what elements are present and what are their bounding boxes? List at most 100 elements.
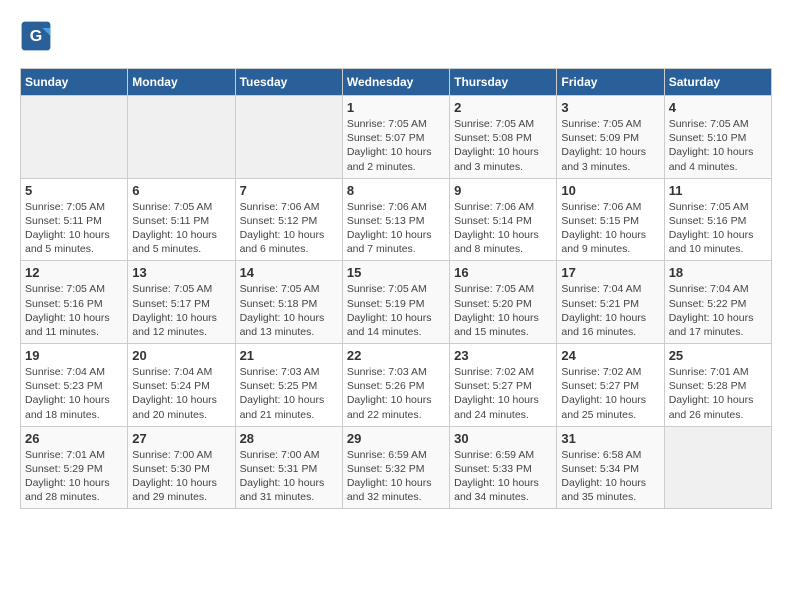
day-number: 8	[347, 183, 445, 198]
calendar-cell: 13 Sunrise: 7:05 AMSunset: 5:17 PMDayligh…	[128, 261, 235, 344]
calendar-cell: 25 Sunrise: 7:01 AMSunset: 5:28 PMDayligh…	[664, 344, 771, 427]
calendar-cell: 18 Sunrise: 7:04 AMSunset: 5:22 PMDayligh…	[664, 261, 771, 344]
day-info: Sunrise: 7:01 AMSunset: 5:29 PMDaylight:…	[25, 448, 123, 505]
day-number: 21	[240, 348, 338, 363]
day-number: 3	[561, 100, 659, 115]
day-number: 16	[454, 265, 552, 280]
calendar-cell: 9 Sunrise: 7:06 AMSunset: 5:14 PMDaylight…	[450, 178, 557, 261]
day-info: Sunrise: 7:06 AMSunset: 5:14 PMDaylight:…	[454, 200, 552, 257]
weekday-header-friday: Friday	[557, 69, 664, 96]
day-number: 13	[132, 265, 230, 280]
calendar-cell: 14 Sunrise: 7:05 AMSunset: 5:18 PMDayligh…	[235, 261, 342, 344]
day-info: Sunrise: 7:00 AMSunset: 5:31 PMDaylight:…	[240, 448, 338, 505]
calendar-week-row: 19Sunrise: 7:04 AMSunset: 5:23 PMDayligh…	[21, 344, 772, 427]
calendar-table: SundayMondayTuesdayWednesdayThursdayFrid…	[20, 68, 772, 509]
day-number: 9	[454, 183, 552, 198]
day-info: Sunrise: 6:58 AMSunset: 5:34 PMDaylight:…	[561, 448, 659, 505]
calendar-cell: 6 Sunrise: 7:05 AMSunset: 5:11 PMDaylight…	[128, 178, 235, 261]
weekday-header-wednesday: Wednesday	[342, 69, 449, 96]
calendar-cell: 17Sunrise: 7:04 AMSunset: 5:21 PMDayligh…	[557, 261, 664, 344]
weekday-header-sunday: Sunday	[21, 69, 128, 96]
day-info: Sunrise: 7:01 AMSunset: 5:28 PMDaylight:…	[669, 365, 767, 422]
calendar-cell: 1 Sunrise: 7:05 AMSunset: 5:07 PMDaylight…	[342, 96, 449, 179]
day-number: 28	[240, 431, 338, 446]
day-info: Sunrise: 7:04 AMSunset: 5:23 PMDaylight:…	[25, 365, 123, 422]
day-info: Sunrise: 7:05 AMSunset: 5:17 PMDaylight:…	[132, 282, 230, 339]
day-info: Sunrise: 7:05 AMSunset: 5:08 PMDaylight:…	[454, 117, 552, 174]
calendar-cell: 21 Sunrise: 7:03 AMSunset: 5:25 PMDayligh…	[235, 344, 342, 427]
day-info: Sunrise: 7:02 AMSunset: 5:27 PMDaylight:…	[454, 365, 552, 422]
day-number: 6	[132, 183, 230, 198]
day-number: 14	[240, 265, 338, 280]
day-number: 10	[561, 183, 659, 198]
day-number: 15	[347, 265, 445, 280]
day-number: 4	[669, 100, 767, 115]
day-info: Sunrise: 7:05 AMSunset: 5:10 PMDaylight:…	[669, 117, 767, 174]
day-info: Sunrise: 7:05 AMSunset: 5:16 PMDaylight:…	[669, 200, 767, 257]
calendar-cell: 2Sunrise: 7:05 AMSunset: 5:08 PMDaylight…	[450, 96, 557, 179]
calendar-week-row: 5 Sunrise: 7:05 AMSunset: 5:11 PMDaylight…	[21, 178, 772, 261]
day-info: Sunrise: 7:05 AMSunset: 5:19 PMDaylight:…	[347, 282, 445, 339]
weekday-header-thursday: Thursday	[450, 69, 557, 96]
calendar-cell: 27Sunrise: 7:00 AMSunset: 5:30 PMDayligh…	[128, 426, 235, 509]
calendar-cell: 12Sunrise: 7:05 AMSunset: 5:16 PMDayligh…	[21, 261, 128, 344]
calendar-cell: 19Sunrise: 7:04 AMSunset: 5:23 PMDayligh…	[21, 344, 128, 427]
day-info: Sunrise: 7:05 AMSunset: 5:11 PMDaylight:…	[132, 200, 230, 257]
calendar-week-row: 1 Sunrise: 7:05 AMSunset: 5:07 PMDaylight…	[21, 96, 772, 179]
day-number: 31	[561, 431, 659, 446]
calendar-cell	[128, 96, 235, 179]
calendar-cell: 11 Sunrise: 7:05 AMSunset: 5:16 PMDayligh…	[664, 178, 771, 261]
svg-text:G: G	[30, 28, 42, 45]
day-number: 26	[25, 431, 123, 446]
calendar-cell: 15 Sunrise: 7:05 AMSunset: 5:19 PMDayligh…	[342, 261, 449, 344]
calendar-week-row: 26 Sunrise: 7:01 AMSunset: 5:29 PMDayligh…	[21, 426, 772, 509]
calendar-cell: 3 Sunrise: 7:05 AMSunset: 5:09 PMDaylight…	[557, 96, 664, 179]
calendar-cell: 26 Sunrise: 7:01 AMSunset: 5:29 PMDayligh…	[21, 426, 128, 509]
calendar-cell: 30 Sunrise: 6:59 AMSunset: 5:33 PMDayligh…	[450, 426, 557, 509]
page-header: G	[20, 20, 772, 52]
day-info: Sunrise: 7:03 AMSunset: 5:25 PMDaylight:…	[240, 365, 338, 422]
day-info: Sunrise: 6:59 AMSunset: 5:33 PMDaylight:…	[454, 448, 552, 505]
weekday-header-saturday: Saturday	[664, 69, 771, 96]
day-info: Sunrise: 7:04 AMSunset: 5:24 PMDaylight:…	[132, 365, 230, 422]
day-number: 11	[669, 183, 767, 198]
calendar-cell: 10Sunrise: 7:06 AMSunset: 5:15 PMDayligh…	[557, 178, 664, 261]
calendar-cell: 8 Sunrise: 7:06 AMSunset: 5:13 PMDaylight…	[342, 178, 449, 261]
day-number: 25	[669, 348, 767, 363]
calendar-cell: 29 Sunrise: 6:59 AMSunset: 5:32 PMDayligh…	[342, 426, 449, 509]
calendar-cell: 5 Sunrise: 7:05 AMSunset: 5:11 PMDaylight…	[21, 178, 128, 261]
day-info: Sunrise: 7:05 AMSunset: 5:20 PMDaylight:…	[454, 282, 552, 339]
day-info: Sunrise: 7:04 AMSunset: 5:22 PMDaylight:…	[669, 282, 767, 339]
day-info: Sunrise: 7:02 AMSunset: 5:27 PMDaylight:…	[561, 365, 659, 422]
day-info: Sunrise: 7:05 AMSunset: 5:07 PMDaylight:…	[347, 117, 445, 174]
day-info: Sunrise: 7:04 AMSunset: 5:21 PMDaylight:…	[561, 282, 659, 339]
logo-icon: G	[20, 20, 52, 52]
day-info: Sunrise: 7:05 AMSunset: 5:11 PMDaylight:…	[25, 200, 123, 257]
calendar-cell	[235, 96, 342, 179]
day-number: 20	[132, 348, 230, 363]
day-number: 30	[454, 431, 552, 446]
day-number: 5	[25, 183, 123, 198]
day-info: Sunrise: 7:06 AMSunset: 5:13 PMDaylight:…	[347, 200, 445, 257]
day-info: Sunrise: 7:03 AMSunset: 5:26 PMDaylight:…	[347, 365, 445, 422]
day-info: Sunrise: 7:00 AMSunset: 5:30 PMDaylight:…	[132, 448, 230, 505]
calendar-cell: 23Sunrise: 7:02 AMSunset: 5:27 PMDayligh…	[450, 344, 557, 427]
weekday-header-monday: Monday	[128, 69, 235, 96]
calendar-cell	[664, 426, 771, 509]
calendar-cell: 4 Sunrise: 7:05 AMSunset: 5:10 PMDaylight…	[664, 96, 771, 179]
day-number: 29	[347, 431, 445, 446]
day-number: 24	[561, 348, 659, 363]
calendar-cell: 31 Sunrise: 6:58 AMSunset: 5:34 PMDayligh…	[557, 426, 664, 509]
calendar-cell: 20 Sunrise: 7:04 AMSunset: 5:24 PMDayligh…	[128, 344, 235, 427]
day-info: Sunrise: 6:59 AMSunset: 5:32 PMDaylight:…	[347, 448, 445, 505]
calendar-cell	[21, 96, 128, 179]
day-number: 1	[347, 100, 445, 115]
day-number: 18	[669, 265, 767, 280]
weekday-header-tuesday: Tuesday	[235, 69, 342, 96]
day-info: Sunrise: 7:05 AMSunset: 5:18 PMDaylight:…	[240, 282, 338, 339]
day-info: Sunrise: 7:05 AMSunset: 5:09 PMDaylight:…	[561, 117, 659, 174]
logo: G	[20, 20, 56, 52]
day-info: Sunrise: 7:06 AMSunset: 5:12 PMDaylight:…	[240, 200, 338, 257]
calendar-cell: 7Sunrise: 7:06 AMSunset: 5:12 PMDaylight…	[235, 178, 342, 261]
day-number: 12	[25, 265, 123, 280]
